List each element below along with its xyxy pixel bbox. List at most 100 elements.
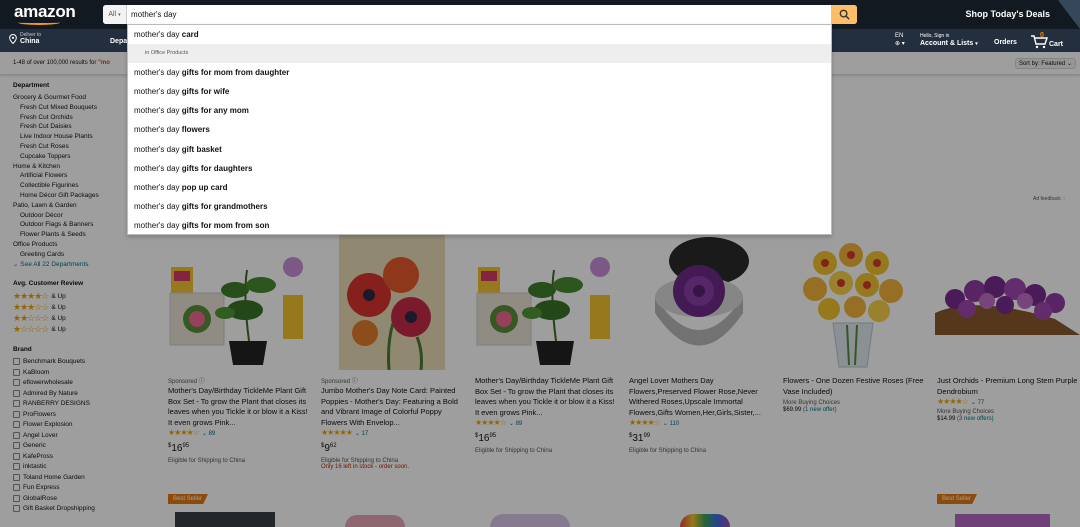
product-image[interactable] xyxy=(472,245,617,370)
product-rating[interactable]: ★★★★☆ ⌄ 77 xyxy=(937,397,1079,406)
product-image[interactable] xyxy=(935,265,1080,345)
product-image[interactable] xyxy=(345,515,405,527)
product-image[interactable] xyxy=(175,512,275,527)
search-input[interactable] xyxy=(127,5,831,24)
brand-filter[interactable]: Fun Express xyxy=(13,483,153,494)
brand-checkbox[interactable] xyxy=(13,379,20,387)
brand-filter[interactable]: Toland Home Garden xyxy=(13,472,153,483)
brand-filter[interactable]: RANBERRY DESIGNS xyxy=(13,399,153,410)
see-all-departments-link[interactable]: ⌄ See All 22 Departments xyxy=(13,260,153,270)
product-image[interactable] xyxy=(490,514,570,527)
autocomplete-suggestion[interactable]: mother's day gift basket xyxy=(128,140,831,159)
cart-button[interactable]: 0 Cart xyxy=(1030,32,1070,50)
brand-checkbox[interactable] xyxy=(13,400,20,408)
deliver-to[interactable]: Deliver to China xyxy=(9,32,41,45)
subdepartment-link[interactable]: Greeting Cards xyxy=(13,250,153,260)
ad-feedback-link[interactable]: Ad feedback ◌ xyxy=(1033,196,1065,202)
brand-filter[interactable]: Angel Lover xyxy=(13,430,153,441)
offer-link[interactable]: (1 new offer) xyxy=(803,407,837,413)
product-rating[interactable]: ★★★★☆ ⌄ 89 xyxy=(168,428,310,437)
info-icon[interactable]: ⓘ xyxy=(352,379,358,385)
product-title[interactable]: Mother's Day/Birthday TickleMe Plant Gif… xyxy=(168,386,310,428)
autocomplete-suggestion[interactable]: mother's day gifts for daughters xyxy=(128,159,831,178)
product-title[interactable]: Jumbo Mother's Day Note Card: Painted Po… xyxy=(321,386,463,428)
brand-checkbox[interactable] xyxy=(13,473,20,481)
brand-checkbox[interactable] xyxy=(13,431,20,439)
product-title[interactable]: Angel Lover Mothers Day Flowers,Preserve… xyxy=(629,376,771,418)
price-whole: 31 xyxy=(632,433,644,444)
rating-count[interactable]: ⌄ 77 xyxy=(971,400,984,406)
brand-checkbox[interactable] xyxy=(13,484,20,492)
brand-checkbox[interactable] xyxy=(13,494,20,502)
suggestion-department-hint[interactable]: in Office Products xyxy=(128,44,831,64)
amazon-logo[interactable]: amazon xyxy=(14,2,76,22)
brand-filter[interactable]: inktastic xyxy=(13,462,153,473)
product-title[interactable]: Flowers - One Dozen Festive Roses (Free … xyxy=(783,376,925,397)
account-lists-menu[interactable]: Hello, Sign in Account & Lists ▾ xyxy=(920,32,978,48)
rating-count[interactable]: ⌄ 110 xyxy=(663,421,679,427)
brand-checkbox[interactable] xyxy=(13,505,20,513)
orders-link[interactable]: Orders xyxy=(994,39,1017,46)
brand-filter[interactable]: Benchmark Bouquets xyxy=(13,357,153,368)
brand-filter[interactable]: Generic xyxy=(13,441,153,452)
autocomplete-suggestion[interactable]: mother's day card xyxy=(128,25,831,44)
review-filter-2-stars[interactable]: ★★☆☆☆ & Up xyxy=(13,313,153,324)
product-rating[interactable]: ★★★★★ ⌄ 17 xyxy=(321,428,463,437)
department-link[interactable]: Office Products xyxy=(13,240,153,250)
review-filter-1-stars[interactable]: ★☆☆☆☆ & Up xyxy=(13,324,153,335)
brand-filter[interactable]: Gift Basket Dropshipping xyxy=(13,504,153,515)
brand-checkbox[interactable] xyxy=(13,389,20,397)
todays-deals-link[interactable]: Shop Today's Deals xyxy=(966,9,1051,19)
rating-count[interactable]: ⌄ 89 xyxy=(509,421,522,427)
rating-count[interactable]: ⌄ 17 xyxy=(355,431,368,437)
autocomplete-suggestion[interactable]: mother's day gifts for wife xyxy=(128,82,831,101)
brand-checkbox[interactable] xyxy=(13,421,20,429)
brand-checkbox[interactable] xyxy=(13,410,20,418)
brand-checkbox[interactable] xyxy=(13,358,20,366)
brand-label: Gift Basket Dropshipping xyxy=(23,505,95,513)
brand-filter[interactable]: GlobalRose xyxy=(13,493,153,504)
product-title[interactable]: Mother's Day/Birthday TickleMe Plant Gif… xyxy=(475,376,617,418)
brand-checkbox[interactable] xyxy=(13,442,20,450)
brand-filter[interactable]: Admired By Nature xyxy=(13,388,153,399)
brand-filter[interactable]: Flower Explosion xyxy=(13,420,153,431)
sort-dropdown[interactable]: Sort by: Featured ⌄ xyxy=(1014,58,1076,69)
language-selector[interactable]: EN ⊕ ▾ xyxy=(895,32,905,48)
autocomplete-suggestion[interactable]: mother's day gifts for grandmothers xyxy=(128,197,831,216)
brand-checkbox[interactable] xyxy=(13,452,20,460)
product-image[interactable] xyxy=(795,233,910,370)
product-image[interactable] xyxy=(339,233,445,371)
product-rating[interactable]: ★★★★☆ ⌄ 89 xyxy=(475,418,617,427)
autocomplete-suggestion[interactable]: mother's day flowers xyxy=(128,120,831,139)
autocomplete-suggestion[interactable]: mother's day gifts for any mom xyxy=(128,101,831,120)
departments-nav-link[interactable]: Depa xyxy=(110,38,127,45)
product-price[interactable]: $1695 xyxy=(168,443,310,454)
brand-checkbox[interactable] xyxy=(13,463,20,471)
autocomplete-suggestion[interactable]: mother's day gifts for mom from son xyxy=(128,216,831,235)
search-button[interactable] xyxy=(831,5,857,24)
product-image[interactable] xyxy=(165,245,310,370)
autocomplete-suggestion[interactable]: mother's day pop up card xyxy=(128,178,831,197)
brand-filter[interactable]: KaBloom xyxy=(13,367,153,378)
info-icon[interactable]: ⓘ xyxy=(199,379,205,385)
search-category-select[interactable]: All ▾ xyxy=(103,5,127,24)
product-image[interactable] xyxy=(643,233,755,370)
product-price[interactable]: $3199 xyxy=(629,433,771,444)
brand-filter[interactable]: ProFlowers xyxy=(13,409,153,420)
product-image[interactable] xyxy=(680,514,730,527)
review-filter-3-stars[interactable]: ★★★☆☆ & Up xyxy=(13,302,153,313)
offer-price[interactable]: $69.99 (1 new offer) xyxy=(783,407,925,413)
offer-link[interactable]: (3 new offers) xyxy=(957,416,994,422)
rating-count[interactable]: ⌄ 89 xyxy=(202,431,215,437)
brand-checkbox[interactable] xyxy=(13,368,20,376)
autocomplete-suggestion[interactable]: mother's day gifts for mom from daughter xyxy=(128,63,831,82)
offer-price[interactable]: $14.99 (3 new offers) xyxy=(937,416,1079,422)
product-price[interactable]: $1695 xyxy=(475,433,617,444)
product-price[interactable]: $962 xyxy=(321,443,463,454)
brand-filter[interactable]: KafePross xyxy=(13,451,153,462)
product-title[interactable]: Just Orchids - Premium Long Stem Purple … xyxy=(937,376,1079,397)
product-rating[interactable]: ★★★★☆ ⌄ 110 xyxy=(629,418,771,427)
review-filter-4-stars[interactable]: ★★★★☆ & Up xyxy=(13,291,153,302)
brand-filter[interactable]: eflowerwholesale xyxy=(13,378,153,389)
product-image[interactable] xyxy=(955,514,1050,527)
